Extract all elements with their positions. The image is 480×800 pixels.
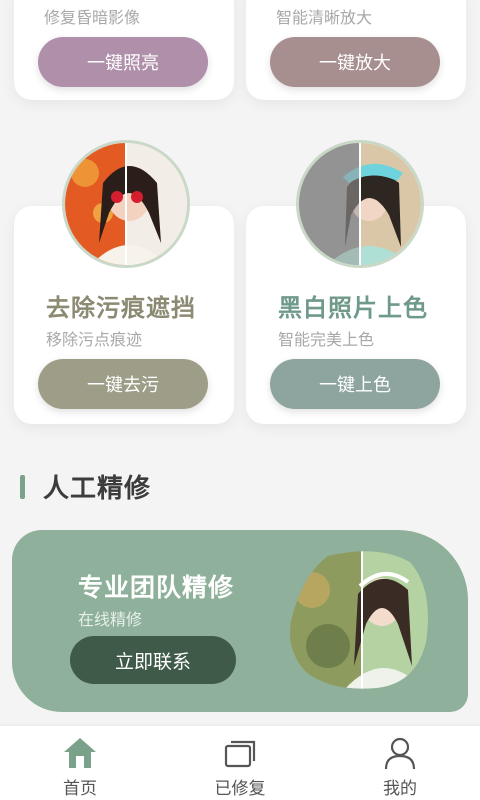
contact-now-button[interactable]: 立即联系 [70, 636, 236, 684]
brighten-card: 修复昏暗影像 一键照亮 [14, 0, 234, 100]
colorize-button[interactable]: 一键上色 [270, 359, 440, 409]
tab-mine[interactable]: 我的 [320, 726, 480, 800]
brighten-button[interactable]: 一键照亮 [38, 37, 208, 87]
professional-retouch-banner[interactable]: 专业团队精修 在线精修 立即联系 [12, 530, 468, 712]
enlarge-button[interactable]: 一键放大 [270, 37, 440, 87]
tab-mine-label: 我的 [383, 779, 417, 799]
banner-portrait-image [288, 550, 430, 694]
tab-home-label: 首页 [63, 779, 97, 799]
manual-retouch-section-header: 人工精修 [20, 468, 151, 505]
stain-removal-preview-image [62, 140, 190, 268]
banner-subtitle: 在线精修 [78, 610, 143, 629]
stain-removal-subtitle: 移除污点痕迹 [46, 330, 143, 349]
brighten-subtitle: 修复昏暗影像 [44, 8, 141, 27]
section-accent-bar [20, 474, 25, 499]
banner-title: 专业团队精修 [78, 573, 235, 602]
stain-removal-button[interactable]: 一键去污 [38, 359, 208, 409]
stack-icon [224, 740, 256, 768]
tab-repaired[interactable]: 已修复 [160, 726, 320, 800]
section-title: 人工精修 [43, 474, 152, 504]
colorize-subtitle: 智能完美上色 [278, 330, 375, 349]
tab-repaired-label: 已修复 [214, 779, 266, 799]
enlarge-subtitle: 智能清晰放大 [276, 8, 373, 27]
bottom-tab-bar: 首页 已修复 我的 [0, 726, 480, 800]
colorize-title: 黑白照片上色 [278, 294, 428, 322]
tab-home[interactable]: 首页 [0, 726, 160, 800]
person-icon [384, 737, 416, 770]
stain-removal-title: 去除污痕遮挡 [46, 294, 196, 322]
colorize-preview-image [296, 140, 424, 268]
enlarge-card: 智能清晰放大 一键放大 [246, 0, 466, 100]
home-icon [64, 738, 96, 768]
